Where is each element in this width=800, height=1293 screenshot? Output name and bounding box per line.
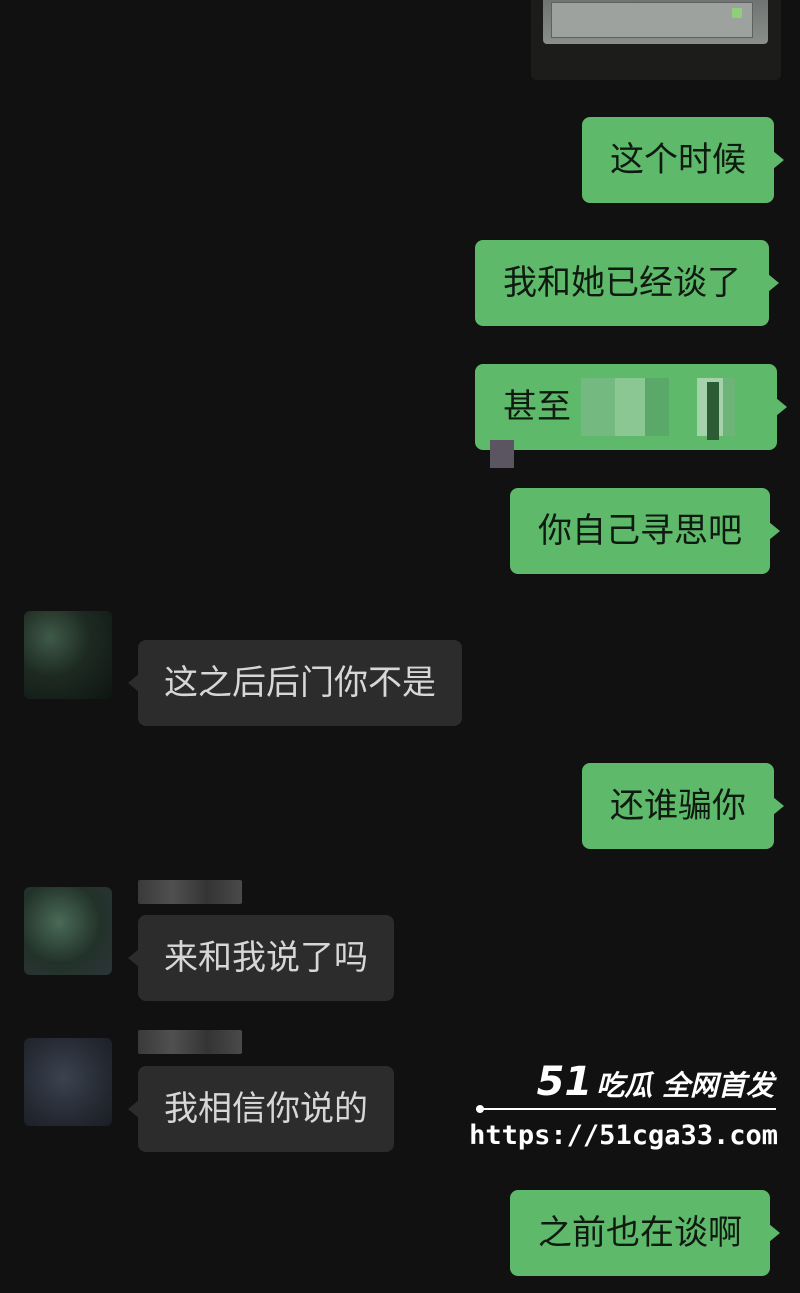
censor-mosaic xyxy=(490,440,514,468)
censor-mosaic xyxy=(615,378,645,436)
message-bubble-outgoing[interactable]: 还谁骗你 xyxy=(582,763,784,849)
avatar[interactable] xyxy=(24,887,112,975)
image-detail xyxy=(732,8,742,18)
message-bubble-incoming[interactable]: 来和我说了吗 xyxy=(128,915,394,1001)
message-bubble-outgoing[interactable]: 甚至 xyxy=(475,364,787,450)
watermark-number: 51 xyxy=(536,1059,593,1105)
message-text: 还谁骗你 xyxy=(610,786,746,826)
censor-mosaic xyxy=(723,378,735,436)
message-text: 甚至 xyxy=(503,387,571,427)
message-bubble-outgoing[interactable]: 之前也在谈啊 xyxy=(510,1190,780,1276)
censor-mosaic xyxy=(581,378,615,436)
censor-mosaic xyxy=(707,382,719,440)
image-thumbnail xyxy=(543,0,768,44)
sender-name-redacted xyxy=(138,880,242,904)
watermark-url: https://51cga33.com xyxy=(469,1120,778,1151)
message-bubble-incoming[interactable]: 我相信你说的 xyxy=(128,1066,394,1152)
watermark-brand-text: 吃瓜 全网首发 xyxy=(596,1069,774,1102)
message-text: 我相信你说的 xyxy=(164,1089,368,1129)
message-bubble-outgoing[interactable]: 我和她已经谈了 xyxy=(475,240,779,326)
chat-conversation: 这个时候 我和她已经谈了 甚至 你自己寻思吧 这之后后门你不是 还谁骗你 来和我… xyxy=(0,0,800,1293)
censor-mosaic xyxy=(645,378,669,436)
message-text: 你自己寻思吧 xyxy=(538,511,742,551)
watermark: 51 吃瓜 全网首发 https://51cga33.com xyxy=(469,1060,786,1160)
message-text: 我和她已经谈了 xyxy=(503,263,741,303)
image-content xyxy=(551,2,753,38)
image-message[interactable] xyxy=(531,0,781,80)
sender-name-redacted xyxy=(138,1030,242,1054)
watermark-brand: 51 吃瓜 全网首发 xyxy=(537,1060,774,1108)
message-text: 之前也在谈啊 xyxy=(538,1213,742,1253)
avatar[interactable] xyxy=(24,611,112,699)
message-bubble-incoming[interactable]: 这之后后门你不是 xyxy=(128,640,462,726)
message-text: 这之后后门你不是 xyxy=(164,663,436,703)
message-bubble-outgoing[interactable]: 你自己寻思吧 xyxy=(510,488,780,574)
message-text: 来和我说了吗 xyxy=(164,938,368,978)
message-bubble-outgoing[interactable]: 这个时候 xyxy=(582,117,784,203)
watermark-decoration xyxy=(476,1108,776,1110)
avatar[interactable] xyxy=(24,1038,112,1126)
message-text: 这个时候 xyxy=(610,140,746,180)
